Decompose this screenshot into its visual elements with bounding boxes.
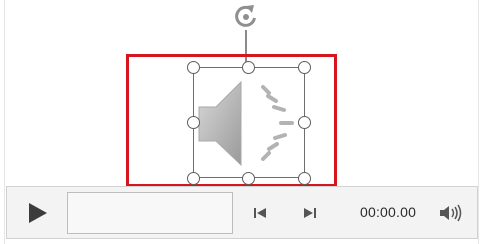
time-display: 00:00.00 <box>360 204 417 220</box>
resize-handle-right[interactable] <box>298 116 311 129</box>
rotate-handle-icon[interactable] <box>231 2 261 32</box>
resize-handle-bottom[interactable] <box>242 172 255 185</box>
resize-handle-bottom-right[interactable] <box>298 172 311 185</box>
play-icon[interactable] <box>25 201 49 225</box>
canvas-edge-right <box>478 0 479 244</box>
volume-icon[interactable] <box>439 203 465 223</box>
canvas-edge-left <box>4 0 5 244</box>
skip-forward-icon[interactable] <box>301 204 319 222</box>
speaker-sound-icon[interactable] <box>195 75 305 175</box>
resize-handle-bottom-left[interactable] <box>187 172 200 185</box>
skip-back-icon[interactable] <box>251 204 269 222</box>
resize-handle-top[interactable] <box>242 61 255 74</box>
resize-handle-top-right[interactable] <box>298 61 311 74</box>
resize-handle-left[interactable] <box>187 116 200 129</box>
progress-track[interactable] <box>67 192 233 234</box>
slide-canvas: 00:00.00 <box>0 0 484 244</box>
resize-handle-top-left[interactable] <box>187 61 200 74</box>
media-control-bar: 00:00.00 <box>6 186 478 239</box>
